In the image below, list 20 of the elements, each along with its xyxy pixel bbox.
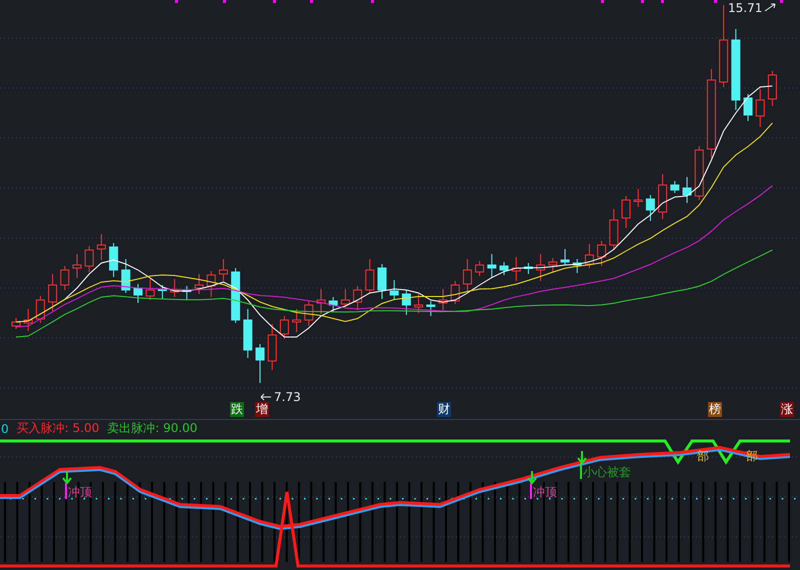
signal-label: 部 bbox=[697, 449, 709, 463]
signal-arrow-icon bbox=[527, 470, 537, 485]
event-marker: 跌 bbox=[230, 402, 244, 417]
signal-label: 部 bbox=[746, 449, 758, 463]
signal-label: 冲顶 bbox=[68, 485, 92, 499]
signal-arrow-icon bbox=[62, 470, 72, 485]
price-label: 7.73 bbox=[274, 390, 301, 404]
price-label: 15.71 bbox=[728, 1, 762, 15]
event-marker: 榜 bbox=[708, 402, 722, 417]
signal-arrow-icon bbox=[577, 450, 587, 465]
event-marker: 增 bbox=[255, 402, 269, 417]
arrow-icon bbox=[764, 3, 776, 13]
arrow-icon bbox=[260, 392, 272, 402]
legend-item: 买入脉冲: 5.00 bbox=[16, 420, 100, 437]
signal-label: 小心被套 bbox=[583, 465, 631, 479]
legend-item: 卖出脉冲: 90.00 bbox=[107, 420, 198, 437]
event-marker: 财 bbox=[437, 402, 451, 417]
signal-label: 冲顶 bbox=[533, 485, 557, 499]
event-marker: 涨 bbox=[780, 402, 794, 417]
legend-item: 0 bbox=[1, 422, 9, 436]
